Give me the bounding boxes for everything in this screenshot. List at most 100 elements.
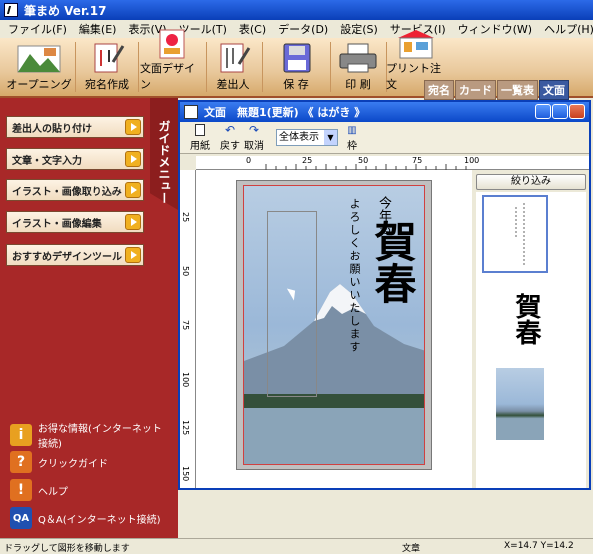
frame-button[interactable]: ▥ 枠 (342, 124, 362, 152)
guide-btn-sender-paste[interactable]: 差出人の貼り付け (6, 116, 144, 138)
sender-button[interactable]: 差出人 (208, 40, 258, 94)
link-click-guide-label: クリックガイド (38, 458, 108, 470)
info-icon: i (10, 424, 32, 446)
print-label: 印 刷 (345, 78, 371, 91)
zoom-value: 全体表示 (279, 132, 319, 143)
thumbnail-fuji-photo[interactable] (496, 368, 544, 440)
guide-btn-label: イラスト・画像取り込み (12, 186, 122, 198)
menu-edit[interactable]: 編集(E) (73, 21, 123, 37)
undo-button[interactable]: ↶ 戻す (218, 124, 242, 153)
ruler-v-label: 100 (181, 372, 190, 388)
guide-btn-text-input[interactable]: 文章・文字入力 (6, 148, 144, 170)
app-title-bar: 筆まめ Ver.17 (0, 0, 593, 20)
address-create-button[interactable]: 宛名作成 (78, 40, 136, 94)
floppy-save-icon (264, 40, 328, 76)
link-deals-label: お得な情報(インターネット接続) (38, 424, 162, 450)
tab-address[interactable]: 宛名 (424, 80, 454, 100)
tab-design[interactable]: 文面 (539, 80, 569, 100)
arrow-right-icon (125, 151, 141, 167)
menu-window[interactable]: ウィンドウ(W) (452, 21, 538, 37)
opening-button[interactable]: オープニング (6, 40, 72, 94)
arrow-right-icon (125, 214, 141, 230)
menu-settings[interactable]: 設定(S) (334, 21, 384, 37)
card-greeting-line2: よろしくお願いいたします (348, 198, 361, 354)
postcard-image[interactable]: 今年も よろしくお願いいたします 賀春 (243, 185, 425, 465)
link-help[interactable]: ! ヘルプ (10, 479, 68, 501)
save-label: 保 存 (283, 78, 309, 91)
status-message: ドラッグして図形を移動します (4, 544, 130, 554)
tab-card[interactable]: カード (455, 80, 496, 100)
undo-label: 戻す (220, 141, 240, 152)
zoom-select[interactable]: 全体表示 ▼ (276, 129, 338, 146)
guide-menu-title: ガイドメニュー (157, 120, 171, 204)
guide-btn-image-import[interactable]: イラスト・画像取り込み (6, 179, 144, 201)
close-button[interactable] (569, 104, 585, 119)
design-icon (140, 28, 204, 60)
sender-label: 差出人 (216, 78, 250, 91)
horizontal-ruler: 0 25 50 75 100 (196, 156, 589, 170)
ruler-v-label: 75 (181, 320, 190, 331)
postcard-preview: 今年も よろしくお願いいたします 賀春 (236, 180, 432, 470)
guide-btn-label: イラスト・画像編集 (12, 218, 102, 230)
minimize-button[interactable] (535, 104, 551, 119)
filter-button[interactable]: 絞り込み (476, 174, 586, 190)
document-title-bar: 文面 無題1(更新) 《 はがき 》 (180, 102, 589, 122)
document-icon (184, 105, 198, 119)
print-button[interactable]: 印 刷 (332, 40, 384, 94)
qa-icon: QA (10, 507, 32, 529)
save-button[interactable]: 保 存 (264, 40, 328, 94)
link-click-guide[interactable]: ? クリックガイド (10, 451, 108, 473)
guide-btn-image-edit[interactable]: イラスト・画像編集 (6, 211, 144, 233)
menu-file[interactable]: ファイル(F) (2, 21, 73, 37)
address-create-label: 宛名作成 (85, 78, 129, 91)
menu-data[interactable]: データ(D) (272, 21, 334, 37)
menu-help[interactable]: ヘルプ(H) (538, 21, 593, 37)
vertical-ruler: 25 50 75 100 125 150 (180, 170, 196, 488)
cancel-undo-button[interactable]: ↷ 取消 (242, 123, 266, 153)
guide-btn-label: 差出人の貼り付け (12, 123, 92, 135)
status-mode: 文章 (402, 544, 421, 554)
thumbnail-greeting-text[interactable] (482, 195, 548, 273)
status-coordinates: X=14.7 Y=14.2 (504, 541, 574, 551)
link-qa[interactable]: QA Q＆A(インターネット接続) (10, 507, 161, 529)
menu-table[interactable]: 表(C) (233, 21, 272, 37)
text-frame-outline[interactable] (267, 211, 317, 397)
status-bar: ドラッグして図形を移動します 文章 X=14.7 Y=14.2 (0, 538, 593, 554)
redo-icon: ↷ (248, 123, 260, 137)
ruler-h-label: 100 (464, 156, 480, 165)
design-canvas[interactable]: 今年も よろしくお願いいたします 賀春 (196, 170, 472, 488)
paper-button[interactable]: 用紙 (188, 124, 212, 152)
link-deals[interactable]: i お得な情報(インターネット接続) (10, 420, 170, 450)
ruler-h-label: 75 (412, 156, 423, 165)
mode-tabs: 宛名 カード 一覧表 文面 (424, 80, 569, 100)
design-button[interactable]: 文面デザイン (140, 29, 204, 94)
menu-bar: ファイル(F) 編集(E) 表示(V) ツール(T) 表(C) データ(D) 設… (0, 20, 593, 38)
ruler-h-label: 25 (302, 156, 313, 165)
app-icon (4, 3, 18, 17)
link-qa-label: Q＆A(インターネット接続) (38, 514, 161, 526)
opening-label: オープニング (6, 78, 72, 91)
sender-icon (208, 40, 258, 76)
chevron-down-icon: ▼ (324, 130, 337, 145)
document-window: 文面 無題1(更新) 《 はがき 》 用紙 ↶ 戻す ↷ 取消 全体表示 ▼ ▥… (178, 100, 591, 490)
guide-btn-label: おすすめデザインツール (12, 251, 122, 263)
maximize-button[interactable] (552, 104, 568, 119)
ruler-v-label: 150 (181, 466, 190, 482)
guide-btn-design-tools[interactable]: おすすめデザインツール (6, 244, 144, 266)
document-toolbar: 用紙 ↶ 戻す ↷ 取消 全体表示 ▼ ▥ 枠 (180, 122, 589, 154)
question-icon: ? (10, 451, 32, 473)
ruler-h-label: 50 (358, 156, 369, 165)
arrow-right-icon (125, 119, 141, 135)
ruler-v-label: 125 (181, 420, 190, 436)
main-toolbar: オープニング 宛名作成 文面デザイン 差出人 保 存 印 刷 プリント注文 宛名… (0, 29, 593, 100)
thumbnail-gashun-calligraphy[interactable]: 賀春 (506, 287, 546, 351)
cancel-undo-label: 取消 (244, 141, 264, 152)
thumbnail-list: 賀春 (476, 192, 586, 488)
document-title: 文面 無題1(更新) 《 はがき 》 (204, 106, 366, 119)
ruler-v-label: 25 (181, 212, 190, 223)
ruler-v-label: 50 (181, 266, 190, 277)
filter-label: 絞り込み (511, 176, 551, 187)
guide-btn-label: 文章・文字入力 (12, 155, 82, 167)
material-panel: 絞り込み 賀春 (472, 170, 589, 488)
tab-list[interactable]: 一覧表 (497, 80, 538, 100)
